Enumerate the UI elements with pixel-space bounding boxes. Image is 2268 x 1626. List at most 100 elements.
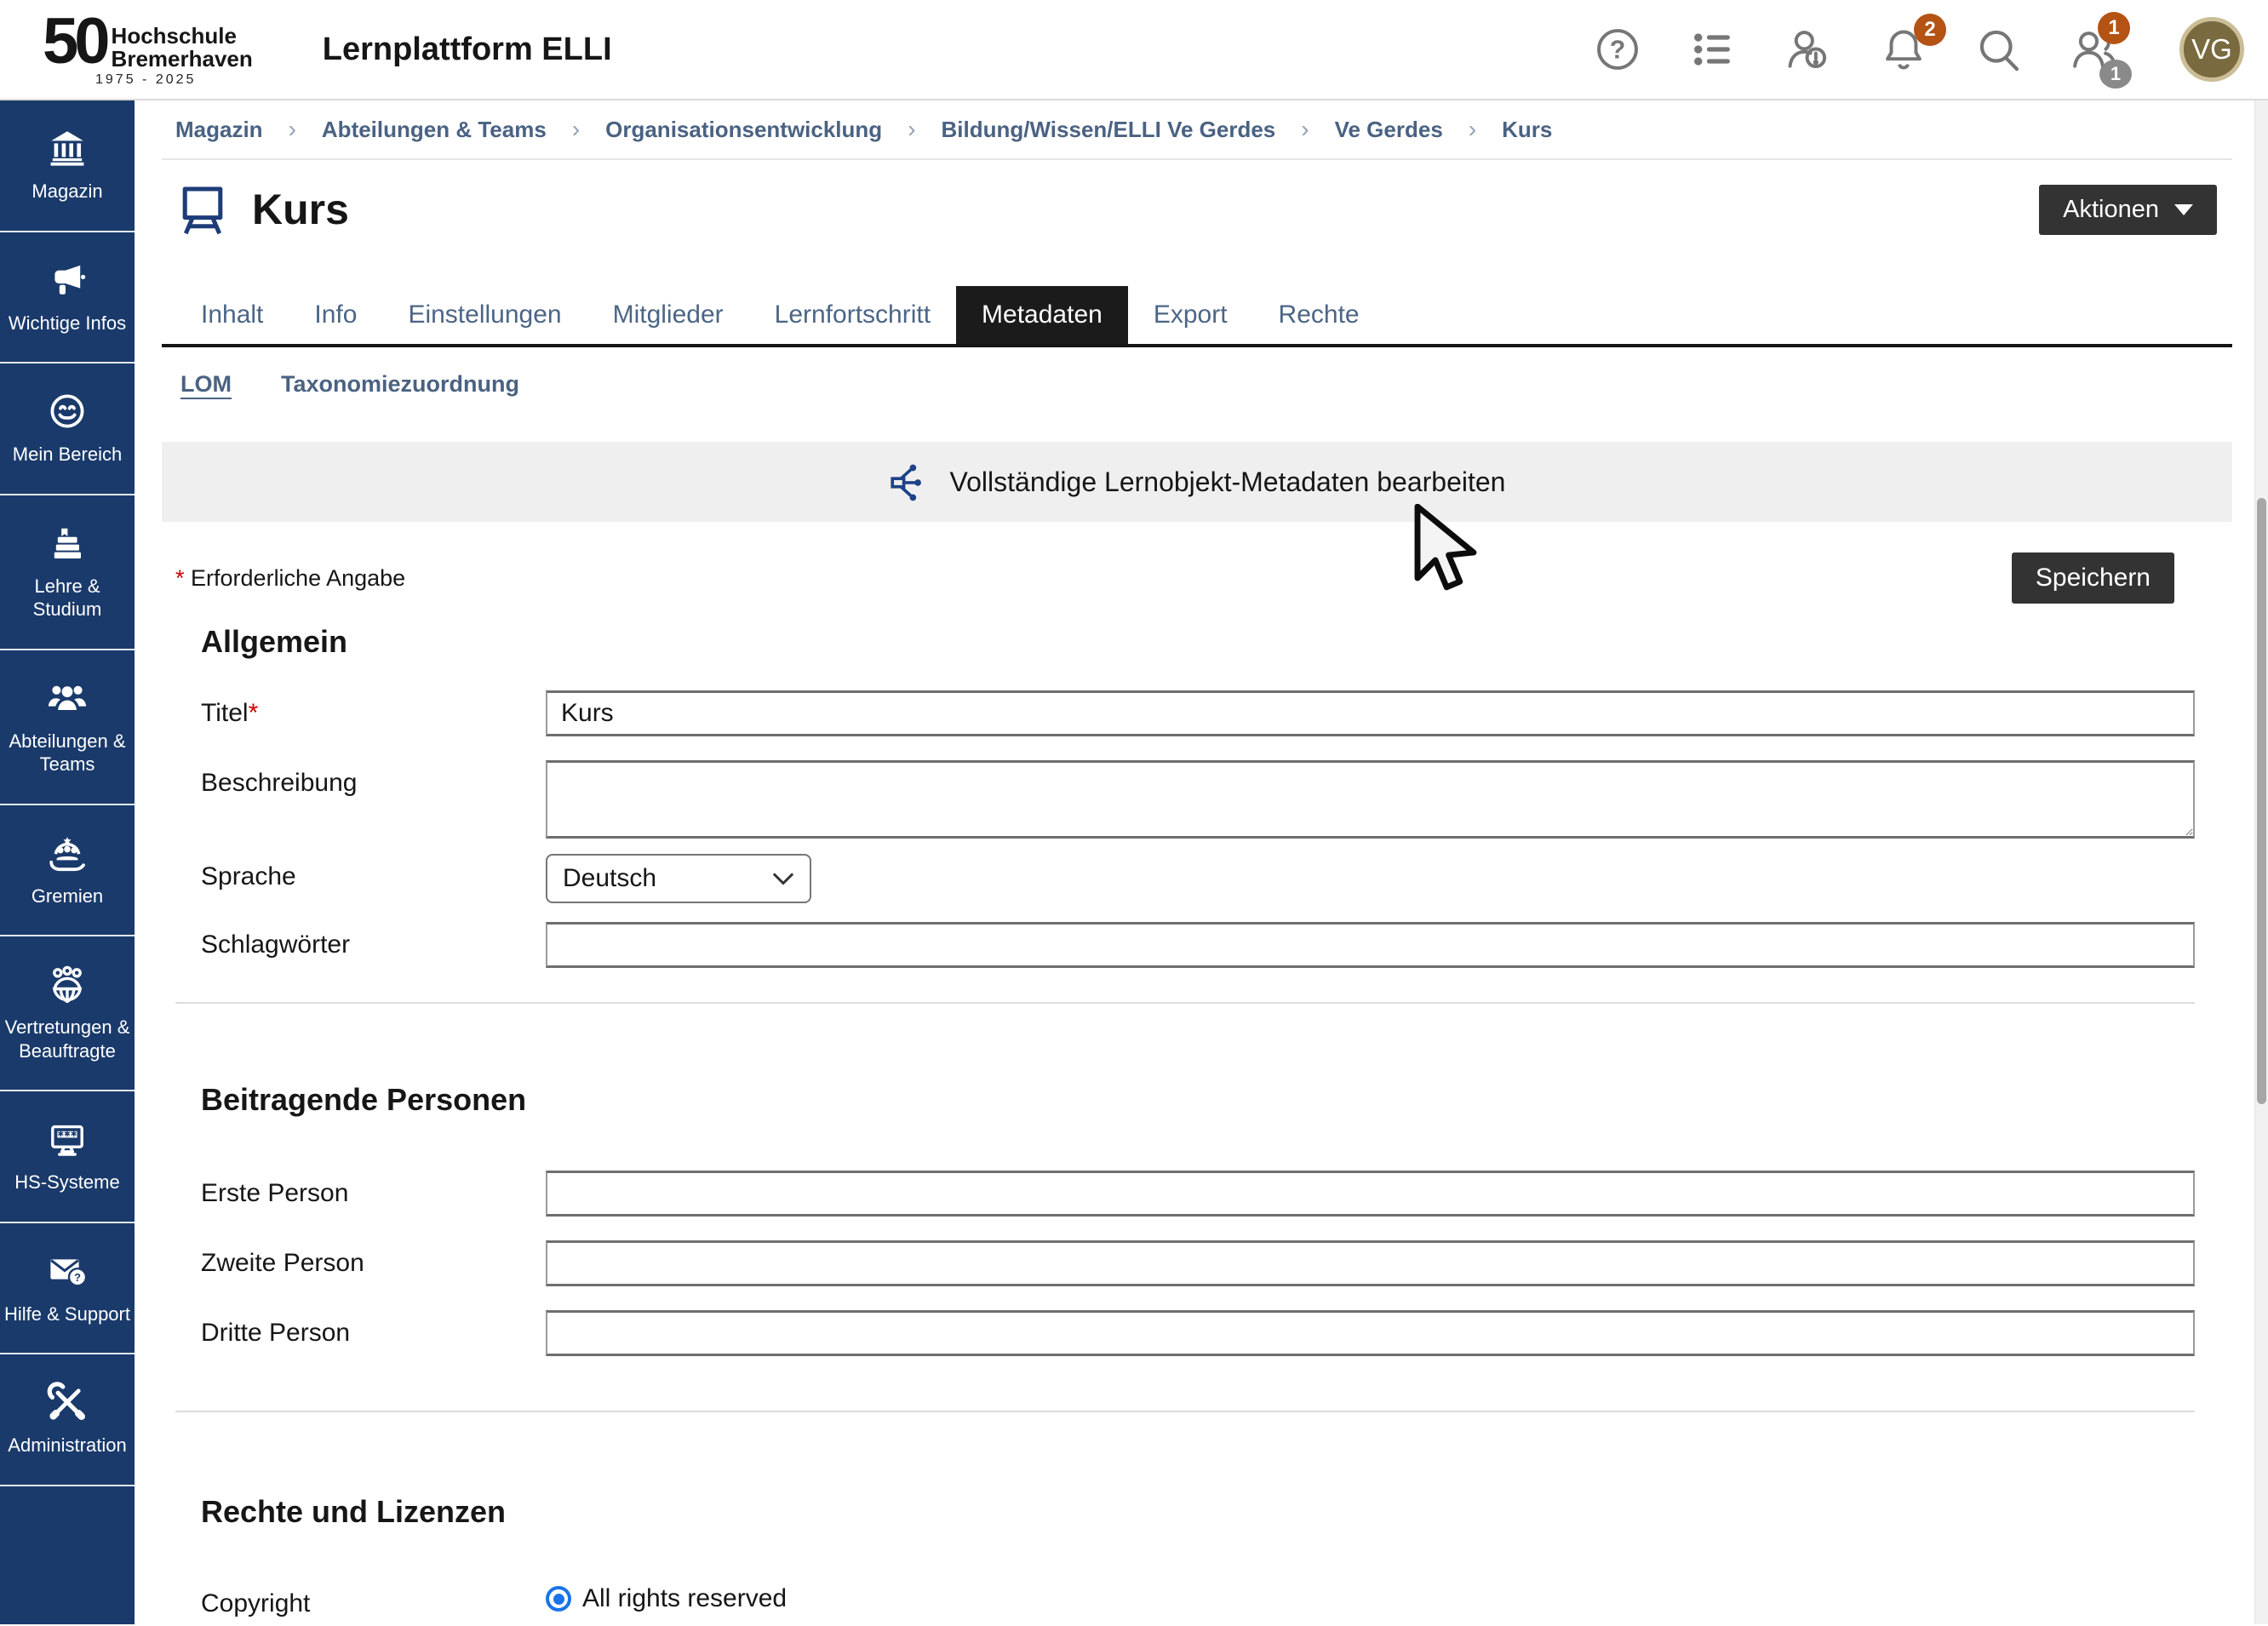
actions-button[interactable]: Aktionen <box>2039 185 2217 235</box>
logo-50: 50 <box>43 16 106 68</box>
schlagwoerter-label: Schlagwörter <box>201 922 546 959</box>
monitor-icon: ✱✱✱ <box>47 1119 88 1159</box>
section-divider <box>175 1411 2195 1412</box>
awareness-person-icon[interactable] <box>1784 26 1832 73</box>
top-header: 50 Hochschule Bremerhaven 1975 - 2025 Le… <box>0 0 2268 100</box>
breadcrumb-item[interactable]: Kurs <box>1502 117 1552 143</box>
sidebar-item-label: Mein Bereich <box>13 443 122 467</box>
chevron-right-icon: › <box>572 116 580 143</box>
tab-info[interactable]: Info <box>289 286 382 344</box>
committee-icon <box>47 833 88 873</box>
sidebar-item-hilfe-support[interactable]: ? Hilfe & Support <box>0 1223 135 1355</box>
caret-down-icon <box>2174 204 2193 215</box>
bell-badge: 2 <box>1914 14 1946 46</box>
erste-person-label: Erste Person <box>201 1171 546 1208</box>
breadcrumb-item[interactable]: Organisationsentwicklung <box>605 117 882 143</box>
breadcrumb-item[interactable]: Abteilungen & Teams <box>322 117 547 143</box>
breadcrumb-item[interactable]: Magazin <box>175 117 263 143</box>
sidebar-item-label: Wichtige Infos <box>9 312 126 335</box>
radio-dot <box>553 1594 564 1605</box>
dritte-person-input[interactable] <box>546 1310 2195 1356</box>
page-title: Kurs <box>252 185 349 234</box>
sidebar-item-vertretungen[interactable]: Vertretungen & Beauftragte <box>0 936 135 1091</box>
sidebar-item-label: HS-Systeme <box>14 1171 119 1194</box>
beschreibung-label: Beschreibung <box>201 760 546 798</box>
people-group-icon <box>47 678 88 719</box>
logo-line1: Hochschule <box>112 25 253 48</box>
required-hint: * Erforderliche Angabe <box>175 565 405 592</box>
course-easel-icon <box>175 182 230 237</box>
sidebar-item-abteilungen-teams[interactable]: Abteilungen & Teams <box>0 650 135 805</box>
logo-years: 1975 - 2025 <box>95 72 253 88</box>
erste-person-input[interactable] <box>546 1171 2195 1217</box>
sidebar-item-label: Vertretungen & Beauftragte <box>3 1016 131 1062</box>
megaphone-icon <box>47 260 88 301</box>
books-icon <box>47 523 88 564</box>
logo-line2: Bremerhaven <box>112 48 253 71</box>
breadcrumb: Magazin › Abteilungen & Teams › Organisa… <box>162 100 2232 160</box>
zweite-person-input[interactable] <box>546 1240 2195 1286</box>
search-icon[interactable] <box>1975 26 2023 73</box>
contacts-badge-new: 1 <box>2098 12 2130 44</box>
tools-icon <box>47 1382 88 1423</box>
scrollbar-thumb[interactable] <box>2257 498 2266 1104</box>
sidebar-item-hs-systeme[interactable]: ✱✱✱ HS-Systeme <box>0 1091 135 1223</box>
todo-list-icon[interactable] <box>1689 26 1737 73</box>
tab-einstellungen[interactable]: Einstellungen <box>382 286 587 344</box>
subtab-lom[interactable]: LOM <box>180 371 232 398</box>
section-rechte: Rechte und Lizenzen <box>201 1494 2232 1530</box>
help-icon[interactable]: ? <box>1594 26 1641 73</box>
section-divider <box>175 1002 2195 1004</box>
schlagwoerter-input[interactable] <box>546 922 2195 968</box>
sprache-selected-value: Deutsch <box>563 864 656 893</box>
sidebar-item-magazin[interactable]: Magazin <box>0 100 135 232</box>
required-asterisk: * <box>175 565 185 591</box>
contacts-icon[interactable]: 1 1 <box>2070 26 2118 73</box>
tab-lernfortschritt[interactable]: Lernfortschritt <box>749 286 956 344</box>
tab-mitglieder[interactable]: Mitglieder <box>587 286 749 344</box>
bank-icon <box>47 128 88 169</box>
sidebar-item-gremien[interactable]: Gremien <box>0 805 135 937</box>
sidebar-item-label: Lehre & Studium <box>3 575 131 621</box>
sidebar-item-lehre-studium[interactable]: Lehre & Studium <box>0 495 135 650</box>
chevron-down-icon <box>772 872 794 885</box>
app-title: Lernplattform ELLI <box>323 31 612 68</box>
section-beitragende: Beitragende Personen <box>201 1082 2232 1118</box>
main-sidebar: Magazin Wichtige Infos Me <box>0 100 135 1624</box>
main-content: Magazin › Abteilungen & Teams › Organisa… <box>135 100 2254 1624</box>
chevron-right-icon: › <box>908 116 915 143</box>
svg-text:?: ? <box>1610 37 1626 65</box>
chevron-right-icon: › <box>1469 116 1476 143</box>
edit-full-metadata-banner[interactable]: Vollständige Lernobjekt-Metadaten bearbe… <box>162 442 2232 522</box>
tab-export[interactable]: Export <box>1128 286 1253 344</box>
vertical-scrollbar[interactable] <box>2254 100 2268 1624</box>
sidebar-item-mein-bereich[interactable]: Mein Bereich <box>0 364 135 495</box>
banner-label: Vollständige Lernobjekt-Metadaten bearbe… <box>950 467 1506 498</box>
university-logo: 50 Hochschule Bremerhaven 1975 - 2025 <box>43 11 253 88</box>
subtab-taxonomiezuordnung[interactable]: Taxonomiezuordnung <box>281 371 519 398</box>
svg-text:✱✱✱: ✱✱✱ <box>57 1130 77 1139</box>
zweite-person-label: Zweite Person <box>201 1240 546 1278</box>
tab-inhalt[interactable]: Inhalt <box>175 286 289 344</box>
tab-rechte[interactable]: Rechte <box>1253 286 1385 344</box>
copyright-radio-selected[interactable] <box>546 1586 571 1612</box>
breadcrumb-item[interactable]: Ve Gerdes <box>1335 117 1443 143</box>
smiley-icon <box>47 391 88 432</box>
sidebar-item-wichtige-infos[interactable]: Wichtige Infos <box>0 232 135 364</box>
svg-text:?: ? <box>74 1271 81 1284</box>
tab-bar: Inhalt Info Einstellungen Mitglieder Ler… <box>162 286 2232 347</box>
sprache-select[interactable]: Deutsch <box>546 854 811 903</box>
tab-metadaten[interactable]: Metadaten <box>956 286 1128 344</box>
beschreibung-textarea[interactable] <box>546 760 2195 839</box>
breadcrumb-item[interactable]: Bildung/Wissen/ELLI Ve Gerdes <box>942 117 1276 143</box>
sprache-label: Sprache <box>201 854 546 891</box>
chevron-right-icon: › <box>1301 116 1309 143</box>
sidebar-item-label: Administration <box>8 1434 126 1457</box>
save-button[interactable]: Speichern <box>2012 552 2174 604</box>
notification-bell-icon[interactable]: 2 <box>1880 26 1927 73</box>
user-avatar[interactable]: VG <box>2179 17 2244 82</box>
titel-input[interactable] <box>546 690 2195 736</box>
mail-question-icon: ? <box>47 1251 88 1291</box>
subtab-bar: LOM Taxonomiezuordnung <box>162 371 2232 398</box>
sidebar-item-administration[interactable]: Administration <box>0 1354 135 1486</box>
